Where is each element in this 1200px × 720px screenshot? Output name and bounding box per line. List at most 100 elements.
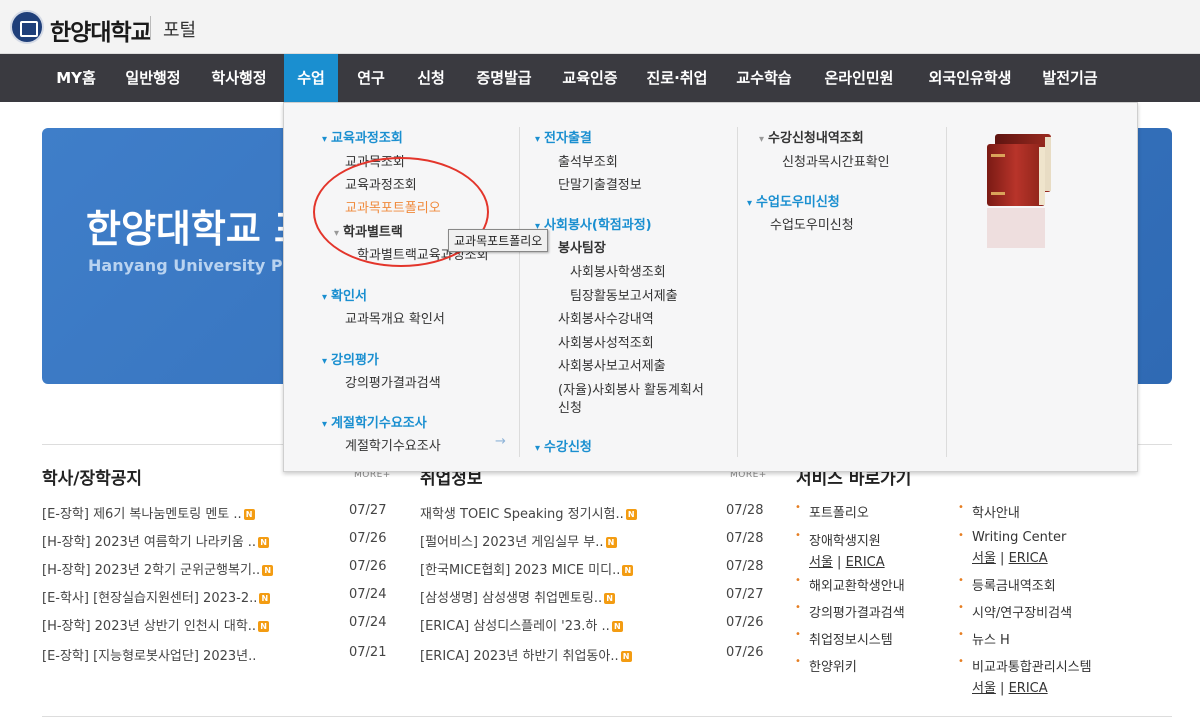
menu-heading-registration-history[interactable]: 수강신청내역조회 <box>759 127 864 146</box>
service-link[interactable]: 학사안내 <box>958 502 1020 521</box>
seoul-link[interactable]: 서울 <box>809 555 833 570</box>
menu-item-teaching-assistant-apply[interactable]: 수업도우미신청 <box>770 214 854 233</box>
menu-item-timetable-check[interactable]: 신청과목시간표확인 <box>782 151 890 170</box>
campus-separator: | <box>995 551 1009 566</box>
menu-item-service-report[interactable]: 사회봉사보고서제출 <box>558 355 666 374</box>
menu-heading-curriculum[interactable]: 교육과정조회 <box>322 127 403 146</box>
erica-link[interactable]: ERICA <box>1009 551 1048 566</box>
menu-heading-e-attendance[interactable]: 전자출결 <box>535 127 592 146</box>
nav-career[interactable]: 진로·취업 <box>636 54 718 102</box>
nav-certificate[interactable]: 증명발급 <box>464 54 544 102</box>
jobs-row-title: [ERICA] 2023년 하반기 취업동아.. <box>420 649 619 664</box>
menu-item-service-team-leader[interactable]: 봉사팀장 <box>558 237 606 256</box>
service-link[interactable]: 해외교환학생안내 <box>795 575 905 594</box>
main-nav: MY홈 일반행정 학사행정 수업 연구 신청 증명발급 교육인증 진로·취업 교… <box>0 54 1200 102</box>
jobs-row-date: 07/28 <box>726 531 764 546</box>
new-badge: N <box>620 651 632 662</box>
campus-links: 서울 | ERICA <box>972 547 1066 566</box>
menu-heading-lecture-eval[interactable]: 강의평가 <box>322 349 379 368</box>
notice-row[interactable]: [E-학사] [현장실습지원센터] 2023-2.. N 07/24 <box>42 587 386 613</box>
notice-row[interactable]: [H-장학] 2023년 상반기 인천시 대학.. N 07/24 <box>42 615 386 641</box>
menu-heading-social-service[interactable]: 사회봉사(학점과정) <box>535 214 652 233</box>
notice-row-date: 07/27 <box>349 503 387 518</box>
notice-row-title: [E-학사] [현장실습지원센터] 2023-2.. <box>42 591 258 606</box>
nav-research[interactable]: 연구 <box>344 54 398 102</box>
nav-academic-admin[interactable]: 학사행정 <box>198 54 280 102</box>
menu-heading-teaching-assistant[interactable]: 수업도우미신청 <box>747 191 840 210</box>
header: 한양대학교 포털 <box>0 0 1200 54</box>
jobs-row-title: 재학생 TOEIC Speaking 정기시험.. <box>420 507 624 522</box>
notice-row-title: [H-장학] 2023년 상반기 인천시 대학.. <box>42 619 257 634</box>
menu-item-team-report[interactable]: 팀장활동보고서제출 <box>570 285 678 304</box>
notice-row[interactable]: [E-장학] 제6기 복나눔멘토링 멘토 .. N 07/27 <box>42 503 386 529</box>
service-link[interactable]: Writing Center 서울 | ERICA <box>958 530 1066 566</box>
menu-item-attendance-book[interactable]: 출석부조회 <box>558 151 618 170</box>
menu-heading-course-registration[interactable]: 수강신청 <box>535 436 592 455</box>
jobs-row[interactable]: 재학생 TOEIC Speaking 정기시험.. N 07/28 <box>420 503 763 529</box>
tooltip: 교과목포트폴리오 <box>448 229 549 252</box>
service-link[interactable]: 강의평가결과검색 <box>795 602 905 621</box>
jobs-row-title: [ERICA] 삼성디스플레이 '23.하 .. <box>420 619 610 634</box>
erica-link[interactable]: ERICA <box>1009 681 1048 696</box>
menu-item-voluntary-plan-apply[interactable]: 신청 <box>558 397 582 416</box>
nav-teaching[interactable]: 교수학습 <box>724 54 804 102</box>
service-link[interactable]: 취업정보시스템 <box>795 629 893 648</box>
column-divider <box>737 127 738 457</box>
new-badge: N <box>258 537 270 548</box>
nav-edu-cert[interactable]: 교육인증 <box>550 54 630 102</box>
service-link[interactable]: 장애학생지원서울 | ERICA <box>795 530 885 570</box>
nav-my-home[interactable]: MY홈 <box>42 54 110 102</box>
menu-item-voluntary-plan[interactable]: (자율)사회봉사 활동계획서 <box>558 379 704 398</box>
menu-item-seasonal-survey[interactable]: 계절학기수요조사 <box>345 435 441 454</box>
new-badge: N <box>243 509 255 520</box>
seoul-link[interactable]: 서울 <box>972 681 996 696</box>
notice-row-title: [H-장학] 2023년 여름학기 나라키움 .. <box>42 535 257 550</box>
campus-links: 서울 | ERICA <box>809 551 885 570</box>
notice-row-date: 07/21 <box>349 645 387 660</box>
menu-heading-certificate[interactable]: 확인서 <box>322 285 367 304</box>
service-link-label: 비교과통합관리시스템 <box>972 660 1092 675</box>
banner-title: 한양대학교 포 <box>86 207 309 251</box>
nav-general-admin[interactable]: 일반행정 <box>112 54 194 102</box>
service-link[interactable]: 시약/연구장비검색 <box>958 602 1072 621</box>
arrow-right-icon[interactable]: → <box>495 434 506 449</box>
service-link-label: Writing Center <box>972 530 1067 545</box>
service-link[interactable]: 등록금내역조회 <box>958 575 1056 594</box>
menu-item-course-summary-cert[interactable]: 교과목개요 확인서 <box>345 308 445 327</box>
service-link-label: 장애학생지원 <box>809 534 881 549</box>
university-emblem-icon[interactable] <box>10 10 44 44</box>
seoul-link[interactable]: 서울 <box>972 551 996 566</box>
nav-development-fund[interactable]: 발전기금 <box>1030 54 1110 102</box>
column-divider <box>946 127 947 457</box>
notice-row[interactable]: [H-장학] 2023년 2학기 군위군행복기.. N 07/26 <box>42 559 386 585</box>
nav-online-civil[interactable]: 온라인민원 <box>810 54 908 102</box>
menu-item-service-grades[interactable]: 사회봉사성적조회 <box>558 332 654 351</box>
erica-link[interactable]: ERICA <box>846 555 885 570</box>
jobs-row[interactable]: [한국MICE협회] 2023 MICE 미디.. N 07/28 <box>420 559 764 585</box>
jobs-row-title: [한국MICE협회] 2023 MICE 미디.. <box>420 563 621 578</box>
menu-item-service-history[interactable]: 사회봉사수강내역 <box>558 308 654 327</box>
nav-class[interactable]: 수업 <box>284 54 338 102</box>
nav-intl-students[interactable]: 외국인유학생 <box>914 54 1026 102</box>
jobs-row-date: 07/28 <box>726 559 764 574</box>
menu-item-terminal-attendance[interactable]: 단말기출결정보 <box>558 174 642 193</box>
menu-heading-seasonal-survey[interactable]: 계절학기수요조사 <box>322 412 427 431</box>
notice-row[interactable]: [H-장학] 2023년 여름학기 나라키움 .. N 07/26 <box>42 531 386 557</box>
portal-label: 포털 <box>163 20 197 41</box>
jobs-row[interactable]: [삼성생명] 삼성생명 취업멘토링.. N 07/27 <box>420 587 763 613</box>
service-link[interactable]: 비교과통합관리시스템서울 | ERICA <box>958 656 1092 696</box>
notice-row[interactable]: [E-장학] [지능형로봇사업단] 2023년.. 07/21 <box>42 645 386 671</box>
nav-apply[interactable]: 신청 <box>404 54 458 102</box>
service-link[interactable]: 뉴스 H <box>958 629 1010 648</box>
menu-item-service-student-search[interactable]: 사회봉사학생조회 <box>570 261 666 280</box>
jobs-row-date: 07/26 <box>726 615 764 630</box>
jobs-row[interactable]: [펄어비스] 2023년 게임실무 부.. N 07/28 <box>420 531 764 557</box>
logo-divider <box>150 16 151 40</box>
jobs-row[interactable]: [ERICA] 2023년 하반기 취업동아.. N 07/26 <box>420 645 763 671</box>
jobs-row[interactable]: [ERICA] 삼성디스플레이 '23.하 .. N 07/26 <box>420 615 764 641</box>
logo-text[interactable]: 한양대학교 <box>50 13 152 47</box>
menu-item-eval-results[interactable]: 강의평가결과검색 <box>345 372 441 391</box>
service-link[interactable]: 한양위키 <box>795 656 857 675</box>
service-link[interactable]: 포트폴리오 <box>795 502 869 521</box>
banner-subtitle: Hanyang University Po <box>88 256 294 275</box>
